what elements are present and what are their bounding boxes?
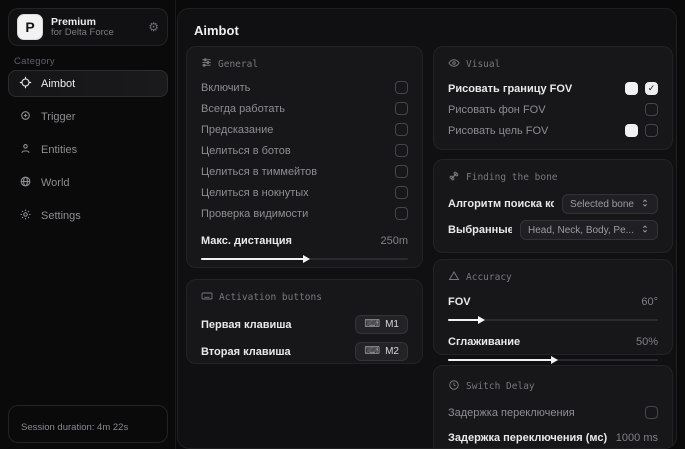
app-window: P Premium for Delta Force ⚙ Category Aim…	[0, 0, 685, 449]
setting-row: Целиться в тиммейтов	[201, 161, 408, 182]
clock-icon	[448, 379, 460, 394]
card-accuracy-header: Accuracy	[448, 270, 658, 285]
checkbox[interactable]	[645, 82, 658, 95]
fov-slider[interactable]	[448, 315, 658, 325]
bone-algorithm-select[interactable]: Selected bone	[562, 194, 658, 214]
visual-row: Рисовать границу FOV	[448, 78, 658, 99]
sidebar-item-world[interactable]: World	[8, 169, 168, 196]
bone-icon	[448, 170, 460, 185]
sidebar: P Premium for Delta Force ⚙ Category Aim…	[0, 0, 176, 449]
selected-bones-select[interactable]: Head, Neck, Body, Pe...	[520, 220, 658, 240]
trigger-icon	[19, 109, 32, 125]
crosshair-icon	[19, 76, 32, 92]
keybind-button-m2[interactable]: ⌨ M2	[355, 342, 408, 361]
switch-delay-toggle-row: Задержка переключения	[448, 400, 658, 425]
setting-row: Всегда работать	[201, 98, 408, 119]
card-switch-delay: Switch Delay Задержка переключения Задер…	[433, 365, 673, 449]
gear-icon	[19, 208, 32, 224]
keyboard-icon	[201, 290, 213, 305]
session-duration: Session duration: 4m 22s	[8, 405, 168, 443]
max-distance-slider[interactable]	[201, 254, 408, 264]
card-activation-header: Activation buttons	[201, 290, 408, 305]
sidebar-item-trigger[interactable]: Trigger	[8, 103, 168, 130]
smoothing-slider[interactable]	[448, 355, 658, 365]
checkbox[interactable]	[395, 165, 408, 178]
slider-thumb[interactable]	[303, 255, 310, 263]
card-visual: Visual Рисовать границу FOV Рисовать фон…	[433, 46, 673, 150]
main-panel: Aimbot General Включить Всегда работать …	[177, 8, 677, 449]
card-accuracy: Accuracy FOV 60° Сглаживание 50%	[433, 259, 673, 355]
checkbox[interactable]	[395, 102, 408, 115]
card-general-header: General	[201, 57, 408, 71]
setting-row-max-distance: Макс. дистанция 250m	[201, 230, 408, 251]
checkbox[interactable]	[395, 81, 408, 94]
sidebar-item-label: World	[41, 177, 70, 189]
key-icon: ⌨	[364, 346, 380, 357]
brand-card: P Premium for Delta Force ⚙	[8, 8, 168, 46]
sliders-icon	[201, 57, 212, 71]
brand-subtitle: for Delta Force	[51, 28, 140, 39]
checkbox[interactable]	[645, 103, 658, 116]
checkbox[interactable]	[395, 186, 408, 199]
sidebar-item-label: Entities	[41, 144, 77, 156]
checkbox[interactable]	[395, 207, 408, 220]
visual-row: Рисовать фон FOV	[448, 99, 658, 120]
brand-settings-gear-icon[interactable]: ⚙	[148, 20, 159, 34]
globe-icon	[19, 175, 32, 191]
sidebar-item-label: Trigger	[41, 111, 75, 123]
checkbox[interactable]	[395, 123, 408, 136]
color-swatch[interactable]	[625, 124, 638, 137]
smoothing-value: 50%	[636, 336, 658, 348]
setting-row: Целиться в нокнутых	[201, 182, 408, 203]
fov-row: FOV 60°	[448, 291, 658, 312]
setting-row: Включить	[201, 77, 408, 98]
card-general: General Включить Всегда работать Предска…	[186, 46, 423, 268]
card-visual-header: Visual	[448, 57, 658, 72]
color-swatch[interactable]	[625, 82, 638, 95]
visual-row: Рисовать цель FOV	[448, 120, 658, 141]
bone-row: Выбранные кости Head, Neck, Body, Pe...	[448, 217, 658, 243]
checkbox[interactable]	[645, 124, 658, 137]
keybind-button-m1[interactable]: ⌨ M1	[355, 315, 408, 334]
sidebar-item-settings[interactable]: Settings	[8, 202, 168, 229]
switch-delay-value: 1000 ms	[616, 432, 658, 444]
card-bone-header: Finding the bone	[448, 170, 658, 185]
category-label: Category	[14, 56, 55, 67]
sidebar-item-entities[interactable]: Entities	[8, 136, 168, 163]
sidebar-item-label: Settings	[41, 210, 81, 222]
unfold-icon	[640, 224, 650, 237]
setting-row: Предсказание	[201, 119, 408, 140]
keybind-row: Первая клавиша ⌨ M1	[201, 311, 408, 338]
setting-row: Проверка видимости	[201, 203, 408, 224]
person-icon	[19, 142, 32, 158]
eye-icon	[448, 57, 460, 72]
sidebar-item-aimbot[interactable]: Aimbot	[8, 70, 168, 97]
switch-delay-ms-row: Задержка переключения (мс) 1000 ms	[448, 425, 658, 449]
smoothing-row: Сглаживание 50%	[448, 331, 658, 352]
sidebar-nav: Aimbot Trigger Entities World	[8, 70, 168, 229]
checkbox[interactable]	[645, 406, 658, 419]
max-distance-value: 250m	[380, 235, 408, 247]
key-icon: ⌨	[364, 319, 380, 330]
bone-row: Алгоритм поиска кости Selected bone	[448, 191, 658, 217]
fov-value: 60°	[641, 296, 658, 308]
card-finding-bone: Finding the bone Алгоритм поиска кости S…	[433, 159, 673, 253]
sidebar-item-label: Aimbot	[41, 78, 75, 90]
setting-row: Целиться в ботов	[201, 140, 408, 161]
brand-logo: P	[17, 14, 43, 40]
slider-thumb[interactable]	[551, 356, 558, 364]
card-switch-delay-header: Switch Delay	[448, 379, 658, 394]
slider-thumb[interactable]	[478, 316, 485, 324]
page-title: Aimbot	[194, 23, 239, 38]
brand-title: Premium	[51, 16, 140, 28]
checkbox[interactable]	[395, 144, 408, 157]
triangle-icon	[448, 270, 460, 285]
unfold-icon	[640, 198, 650, 211]
keybind-row: Вторая клавиша ⌨ M2	[201, 338, 408, 365]
card-activation-buttons: Activation buttons Первая клавиша ⌨ M1 В…	[186, 279, 423, 364]
